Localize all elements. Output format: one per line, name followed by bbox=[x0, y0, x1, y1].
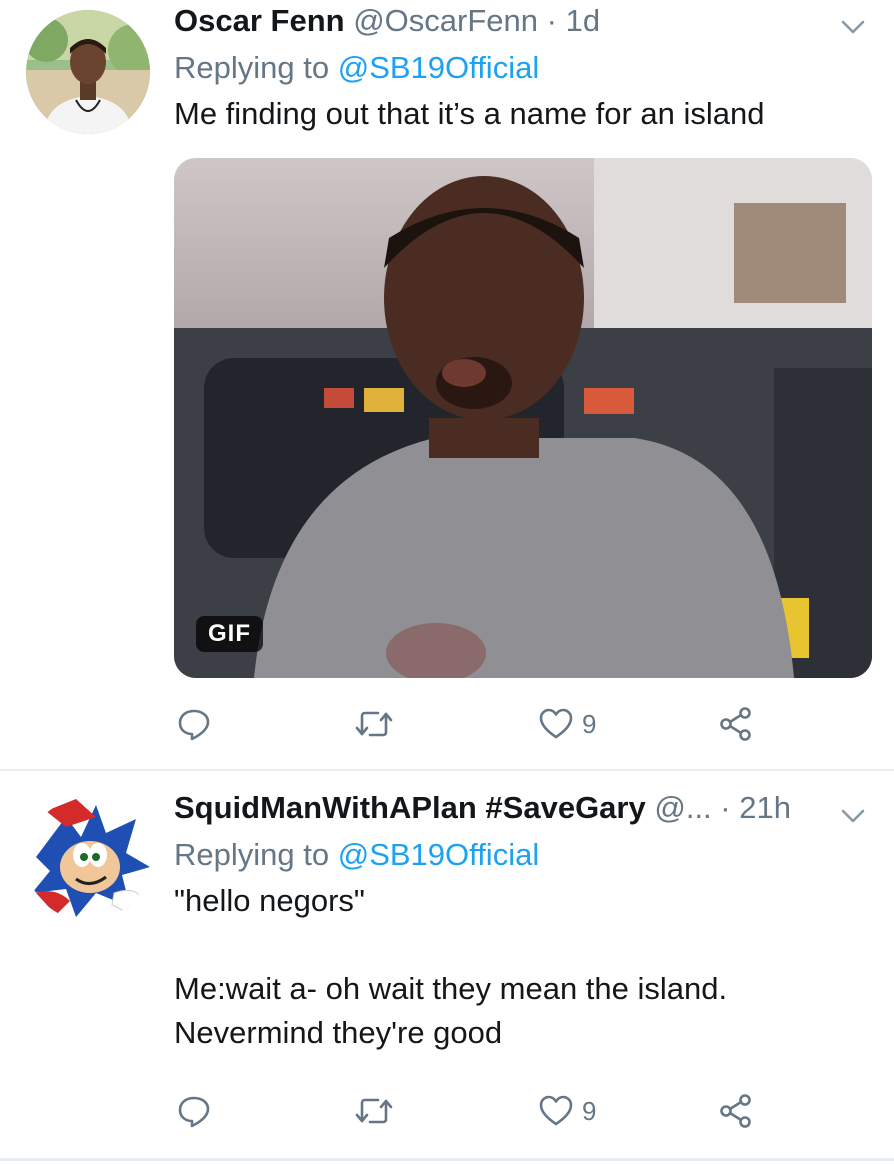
avatar[interactable] bbox=[26, 10, 150, 134]
avatar[interactable] bbox=[26, 797, 150, 921]
tweet-header: SquidManWithAPlan #SaveGary @... · 21h bbox=[174, 789, 866, 827]
reply-icon bbox=[178, 1096, 210, 1128]
reply-button[interactable] bbox=[176, 1089, 212, 1133]
share-button[interactable] bbox=[718, 702, 754, 746]
retweet-button[interactable] bbox=[354, 1089, 394, 1133]
gif-badge: GIF bbox=[196, 616, 263, 652]
separator-dot: · bbox=[720, 790, 731, 825]
user-handle[interactable]: @OscarFenn bbox=[353, 3, 538, 38]
tweet-actions: 9 bbox=[174, 1089, 774, 1133]
reply-icon bbox=[178, 709, 210, 741]
tweet-actions: 9 bbox=[174, 702, 774, 746]
timestamp[interactable]: 1d bbox=[566, 3, 600, 38]
tweet-text: Me finding out that it’s a name for an i… bbox=[174, 96, 765, 131]
retweet-icon bbox=[355, 711, 393, 737]
like-button[interactable]: 9 bbox=[538, 702, 596, 746]
tweet[interactable]: Oscar Fenn @OscarFenn · 1d Replying to @… bbox=[0, 0, 894, 770]
like-button[interactable]: 9 bbox=[538, 1089, 596, 1133]
heart-icon bbox=[539, 1095, 573, 1126]
share-button[interactable] bbox=[718, 1089, 754, 1133]
replying-to: Replying to @SB19Official bbox=[174, 48, 866, 88]
tweet-content: Oscar Fenn @OscarFenn · 1d Replying to @… bbox=[174, 2, 866, 136]
like-count: 9 bbox=[582, 708, 597, 739]
share-icon bbox=[720, 1094, 751, 1128]
display-name[interactable]: SquidManWithAPlan #SaveGary bbox=[174, 790, 646, 825]
display-name[interactable]: Oscar Fenn bbox=[174, 3, 345, 38]
timestamp[interactable]: 21h bbox=[739, 790, 791, 825]
chevron-down-icon[interactable] bbox=[840, 14, 866, 40]
reply-button[interactable] bbox=[176, 702, 212, 746]
replying-to-handle[interactable]: @SB19Official bbox=[338, 837, 540, 872]
tweet-header: Oscar Fenn @OscarFenn · 1d bbox=[174, 2, 866, 40]
heart-icon bbox=[539, 708, 573, 739]
separator-dot: · bbox=[546, 3, 557, 38]
retweet-icon bbox=[355, 1098, 393, 1124]
chevron-down-icon[interactable] bbox=[840, 803, 866, 829]
gif-image bbox=[174, 158, 872, 678]
tweet[interactable]: SquidManWithAPlan #SaveGary @... · 21h R… bbox=[0, 771, 894, 1164]
user-handle[interactable]: @... bbox=[654, 790, 711, 825]
tweet-divider bbox=[0, 1158, 894, 1161]
replying-to-handle[interactable]: @SB19Official bbox=[338, 50, 540, 85]
retweet-button[interactable] bbox=[354, 702, 394, 746]
tweet-content: SquidManWithAPlan #SaveGary @... · 21h R… bbox=[174, 789, 866, 1055]
replying-to-label: Replying to bbox=[174, 837, 330, 872]
share-icon bbox=[720, 707, 751, 741]
gif-media[interactable]: GIF bbox=[174, 158, 872, 678]
like-count: 9 bbox=[582, 1095, 597, 1126]
replying-to-label: Replying to bbox=[174, 50, 330, 85]
tweet-text: "hello negors" Me:wait a- oh wait they m… bbox=[174, 883, 728, 1050]
replying-to: Replying to @SB19Official bbox=[174, 835, 866, 875]
